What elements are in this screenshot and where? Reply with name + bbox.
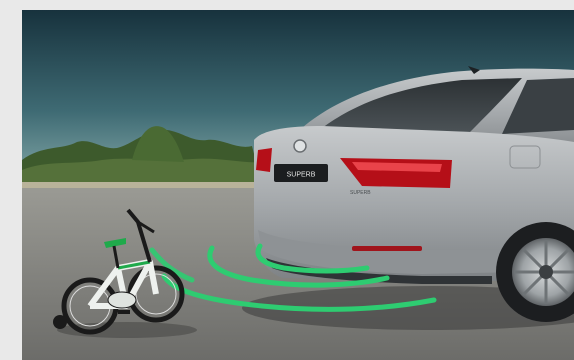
brand-logo	[293, 139, 307, 153]
scene: SUPERB SUPERB	[22, 10, 574, 360]
taillight-left	[256, 148, 272, 172]
chain-guard	[107, 291, 137, 309]
page-background: SUPERB SUPERB	[0, 0, 574, 360]
bumper-reflector	[352, 246, 422, 251]
training-wheel	[53, 315, 67, 329]
wheel-hub	[539, 265, 553, 279]
model-badge: SUPERB	[350, 190, 371, 196]
car-parking-sensor-photo: SUPERB SUPERB	[22, 10, 574, 360]
license-plate-text: SUPERB	[287, 172, 316, 179]
